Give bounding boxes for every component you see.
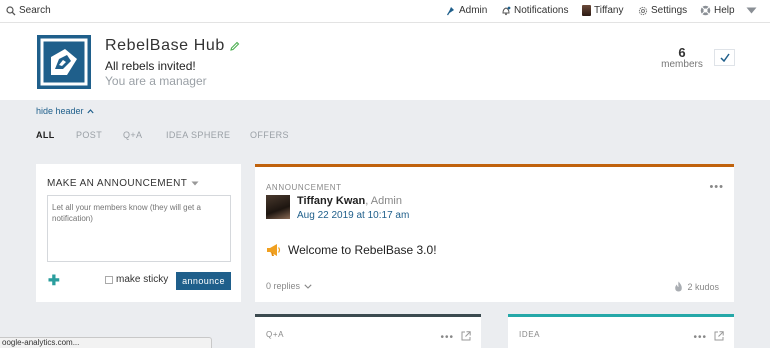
members-number: 6 — [678, 45, 686, 60]
nav-admin-label: Admin — [459, 5, 488, 16]
post-headline-text: Welcome to RebelBase 3.0! — [288, 243, 437, 257]
idea-post-card: IDEA ••• — [508, 314, 734, 348]
caret-down-icon — [191, 181, 199, 186]
hub-logo — [37, 35, 91, 89]
nav-settings-label: Settings — [651, 5, 688, 16]
idea-type-label: IDEA — [519, 330, 541, 339]
hub-title: RebelBase Hub — [105, 37, 240, 55]
post-headline: Welcome to RebelBase 3.0! — [266, 243, 437, 257]
nav-notifications[interactable]: Notifications — [501, 5, 568, 16]
hub-subtitle: All rebels invited! — [105, 59, 196, 73]
tab-idea-sphere[interactable]: IDEA SPHERE — [166, 130, 250, 140]
post-author: Tiffany Kwan, Admin — [297, 195, 402, 207]
announcement-post: ANNOUNCEMENT ••• Tiffany Kwan, Admin Aug… — [255, 164, 734, 302]
search-button[interactable]: Search — [6, 5, 51, 16]
rebelbase-logo-icon — [40, 38, 88, 86]
hub-role: You are a manager — [105, 74, 207, 88]
announce-button[interactable]: announce — [176, 272, 231, 290]
composer-type-select[interactable]: MAKE AN ANNOUNCEMENT — [47, 178, 199, 189]
megaphone-icon — [267, 244, 281, 256]
post-date[interactable]: Aug 22 2019 at 10:17 am — [297, 210, 409, 221]
post-type-label: ANNOUNCEMENT — [266, 183, 342, 192]
caret-down-icon — [746, 7, 757, 14]
user-avatar — [582, 5, 591, 16]
nav-user[interactable]: Tiffany — [582, 5, 623, 16]
membership-check-button[interactable] — [714, 49, 735, 66]
nav-notifications-label: Notifications — [514, 5, 569, 16]
admin-icon — [446, 6, 454, 15]
qa-post-card: Q+A ••• — [255, 314, 481, 348]
chevron-up-icon — [86, 108, 94, 113]
checkbox-box[interactable] — [105, 275, 113, 284]
author-role: , Admin — [365, 195, 402, 207]
browser-status-bar: oogle-analytics.com... — [0, 337, 212, 348]
tab-qa[interactable]: Q+A — [123, 130, 166, 140]
qa-type-label: Q+A — [266, 330, 285, 339]
bell-icon — [502, 6, 511, 15]
composer-title: MAKE AN ANNOUNCEMENT — [47, 178, 188, 189]
hide-header-label: hide header — [36, 106, 84, 116]
qa-menu-icon[interactable]: ••• — [440, 332, 454, 343]
kudos-button[interactable]: 2 kudos — [674, 281, 719, 292]
flame-icon — [675, 281, 683, 292]
nav-admin[interactable]: Admin — [446, 5, 487, 16]
hub-title-text: RebelBase Hub — [105, 37, 225, 54]
replies-toggle[interactable]: 0 replies — [266, 281, 312, 291]
check-icon — [719, 53, 730, 62]
feed-filter-tabs: ALL POST Q+A IDEA SPHERE OFFERS — [36, 130, 289, 140]
search-label: Search — [19, 5, 51, 16]
nav-user-label: Tiffany — [594, 5, 624, 16]
kudos-label: 2 kudos — [687, 281, 719, 292]
idea-menu-icon[interactable]: ••• — [693, 332, 707, 343]
external-link-icon[interactable] — [461, 331, 471, 341]
chevron-down-icon — [304, 283, 312, 289]
make-sticky-checkbox[interactable]: make sticky — [105, 274, 168, 285]
members-label: members — [661, 59, 703, 70]
make-sticky-label: make sticky — [116, 274, 169, 285]
post-menu-icon[interactable]: ••• — [709, 181, 724, 193]
help-icon — [700, 5, 711, 16]
tab-post[interactable]: POST — [76, 130, 123, 140]
replies-label: 0 replies — [266, 281, 301, 291]
author-name[interactable]: Tiffany Kwan — [297, 195, 365, 207]
hub-header: RebelBase Hub All rebels invited! You ar… — [0, 23, 770, 100]
nav-settings[interactable]: Settings — [638, 5, 687, 16]
search-icon — [6, 5, 16, 15]
members-count[interactable]: 6 members — [656, 45, 708, 70]
tab-all[interactable]: ALL — [36, 130, 76, 140]
hide-header-toggle[interactable]: hide header — [36, 106, 94, 116]
tab-offers[interactable]: OFFERS — [250, 130, 289, 140]
author-avatar[interactable] — [266, 195, 290, 219]
edit-pencil-icon[interactable] — [229, 41, 240, 52]
add-attachment-icon[interactable]: ✚ — [48, 273, 60, 287]
nav-help-label: Help — [714, 5, 735, 16]
announcement-composer: MAKE AN ANNOUNCEMENT ✚ make sticky annou… — [36, 164, 241, 302]
gear-icon — [638, 6, 648, 15]
top-nav: Search Admin Notifications Tiffany Setti… — [0, 0, 770, 23]
nav-menu-toggle[interactable] — [746, 7, 757, 14]
external-link-icon[interactable] — [714, 331, 724, 341]
announcement-input[interactable] — [47, 195, 231, 262]
nav-help[interactable]: Help — [700, 5, 735, 16]
